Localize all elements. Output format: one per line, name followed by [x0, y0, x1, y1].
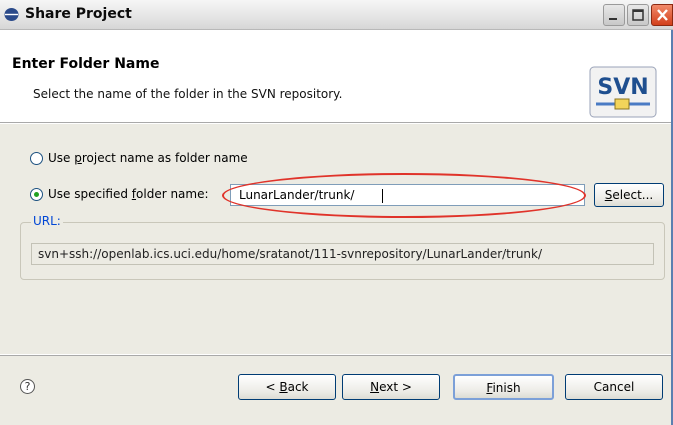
back-button[interactable]: < Back — [238, 374, 336, 400]
wizard-content: Use project name as folder name Use spec… — [0, 124, 673, 354]
select-button[interactable]: Select... — [594, 183, 664, 207]
wizard-footer: ? < Back Next > Finish Cancel — [0, 356, 673, 425]
svn-logo-text: SVN — [597, 75, 648, 100]
close-icon — [657, 9, 668, 21]
help-icon[interactable]: ? — [20, 379, 35, 394]
svn-logo: SVN — [589, 66, 657, 118]
folder-name-value: LunarLander/trunk/ — [239, 188, 355, 202]
folder-name-input[interactable]: LunarLander/trunk/ — [230, 184, 585, 206]
wizard-header: Enter Folder Name Select the name of the… — [0, 30, 673, 122]
url-group: URL: svn+ssh://openlab.ics.uci.edu/home/… — [20, 214, 665, 280]
use-project-name-radio[interactable] — [30, 152, 43, 165]
cancel-button[interactable]: Cancel — [565, 374, 663, 400]
finish-button[interactable]: Finish — [453, 374, 554, 400]
url-field: svn+ssh://openlab.ics.uci.edu/home/srata… — [31, 243, 654, 265]
window-title: Share Project — [25, 6, 132, 22]
text-caret — [382, 189, 383, 203]
page-title: Enter Folder Name — [12, 56, 160, 72]
use-project-name-label[interactable]: Use project name as folder name — [48, 151, 248, 165]
use-specified-name-label[interactable]: Use specified folder name: — [48, 187, 209, 201]
use-specified-name-radio[interactable] — [30, 188, 43, 201]
minimize-icon — [609, 18, 617, 20]
maximize-button[interactable] — [627, 4, 649, 26]
next-button[interactable]: Next > — [342, 374, 440, 400]
title-bar: Share Project — [0, 0, 673, 30]
minimize-button[interactable] — [603, 4, 625, 26]
close-button[interactable] — [651, 4, 673, 26]
page-description: Select the name of the folder in the SVN… — [33, 87, 343, 101]
svn-share-icon — [4, 8, 19, 21]
maximize-icon — [632, 9, 644, 21]
url-legend: URL: — [31, 214, 63, 228]
header-divider — [0, 122, 673, 123]
